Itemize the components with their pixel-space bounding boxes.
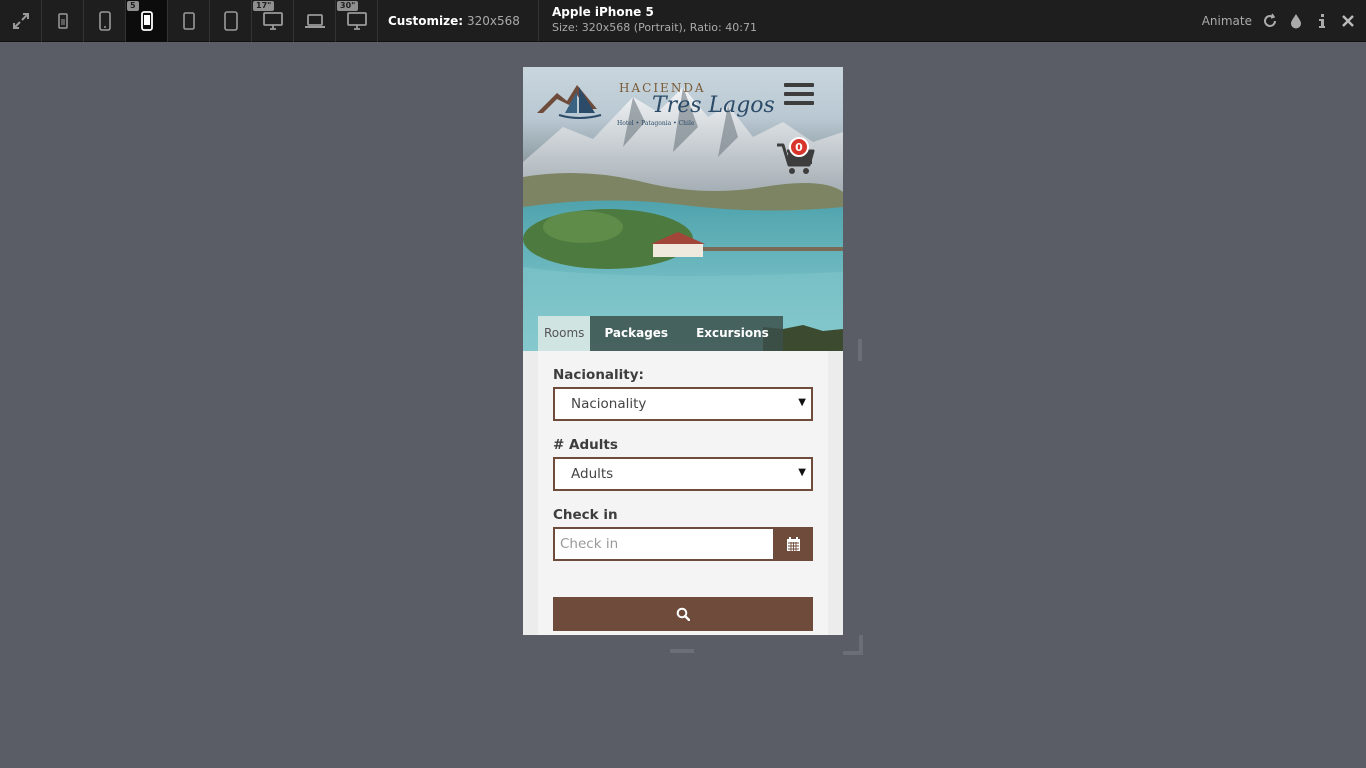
top-toolbar: 5 17" 30" Customize: 320x568 Apple iPhon… — [0, 0, 1366, 42]
close-button[interactable] — [1340, 13, 1356, 29]
monitor-17-icon — [262, 12, 283, 30]
hero-banner: HACIENDA Tres Lagos Hotel • Patagonia • … — [523, 67, 843, 351]
search-button[interactable] — [553, 597, 813, 631]
adults-value: Adults — [571, 466, 614, 482]
customize-dims: 320x568 — [467, 13, 520, 28]
device-tablet-button[interactable] — [210, 0, 252, 42]
tab-packages[interactable]: Packages — [590, 316, 683, 351]
device-badge: 5 — [127, 1, 139, 11]
phone-icon — [98, 11, 111, 31]
monitor-30-icon — [346, 12, 367, 30]
device-tablet-small-button[interactable] — [168, 0, 210, 42]
rotate-button[interactable] — [1262, 13, 1278, 29]
logo-mountain-icon — [537, 85, 602, 119]
drop-icon — [1291, 13, 1301, 28]
fullscreen-button[interactable] — [0, 0, 42, 42]
device-size: Size: 320x568 (Portrait), Ratio: 40:71 — [552, 21, 757, 34]
device-monitor-30-button[interactable]: 30" — [336, 0, 378, 42]
tab-rooms[interactable]: Rooms — [538, 316, 591, 351]
nationality-select[interactable]: Nacionality ▼ — [553, 387, 813, 421]
booking-tabs: Rooms Packages Excursions — [538, 316, 783, 351]
checkin-input[interactable]: Check in — [553, 527, 773, 561]
resize-handle-right[interactable] — [858, 339, 862, 361]
device-laptop-button[interactable] — [294, 0, 336, 42]
fullscreen-icon — [12, 13, 29, 29]
checkin-label: Check in — [553, 507, 618, 523]
tab-excursions[interactable]: Excursions — [682, 316, 783, 351]
customize-label: Customize: — [388, 13, 464, 28]
search-icon — [676, 607, 690, 621]
phone-small-icon — [57, 13, 68, 29]
info-icon — [1319, 13, 1325, 28]
logo-main-text: Tres Lagos — [652, 93, 775, 118]
close-icon — [1342, 14, 1354, 27]
site-logo[interactable]: HACIENDA Tres Lagos Hotel • Patagonia • … — [537, 79, 775, 133]
device-name: Apple iPhone 5 — [552, 5, 654, 19]
laptop-icon — [304, 14, 325, 28]
toolbar-right: Animate — [1202, 0, 1366, 41]
device-monitor-17-button[interactable]: 17" — [252, 0, 294, 42]
info-button[interactable] — [1314, 13, 1330, 29]
nationality-value: Nacionality — [571, 396, 647, 412]
resize-handle-corner[interactable] — [843, 635, 863, 655]
device-info: Apple iPhone 5 Size: 320x568 (Portrait),… — [539, 0, 770, 41]
phone-active-icon — [140, 11, 153, 31]
nationality-label: Nacionality: — [553, 367, 644, 383]
rotate-icon — [1264, 13, 1276, 27]
device-iphone5-button[interactable]: 5 — [126, 0, 168, 42]
customize-size[interactable]: Customize: 320x568 — [378, 0, 539, 41]
calendar-button[interactable] — [773, 527, 813, 561]
device-badge: 30" — [337, 1, 359, 11]
animate-toggle[interactable]: Animate — [1202, 14, 1252, 28]
adults-select[interactable]: Adults ▼ — [553, 457, 813, 491]
device-phone-button[interactable] — [84, 0, 126, 42]
device-viewport: HACIENDA Tres Lagos Hotel • Patagonia • … — [523, 67, 843, 635]
hamburger-menu-button[interactable] — [784, 83, 814, 109]
menu-bar — [784, 83, 814, 87]
tablet-icon — [223, 11, 238, 31]
theme-button[interactable] — [1288, 13, 1304, 29]
menu-bar — [784, 101, 814, 105]
adults-label: # Adults — [553, 437, 618, 453]
menu-bar — [784, 92, 814, 96]
booking-form: Nacionality: Nacionality ▼ # Adults Adul… — [538, 351, 828, 635]
calendar-icon — [786, 537, 800, 551]
resize-handle-bottom[interactable] — [670, 649, 694, 653]
cart-count-badge: 0 — [789, 137, 809, 157]
dropdown-arrow-icon: ▼ — [798, 397, 806, 408]
checkin-row: Check in — [553, 527, 813, 561]
logo-sub-text: Hotel • Patagonia • Chile — [617, 120, 695, 127]
device-badge: 17" — [253, 1, 275, 11]
device-phone-small-button[interactable] — [42, 0, 84, 42]
dropdown-arrow-icon: ▼ — [798, 467, 806, 478]
tablet-small-icon — [182, 12, 195, 30]
